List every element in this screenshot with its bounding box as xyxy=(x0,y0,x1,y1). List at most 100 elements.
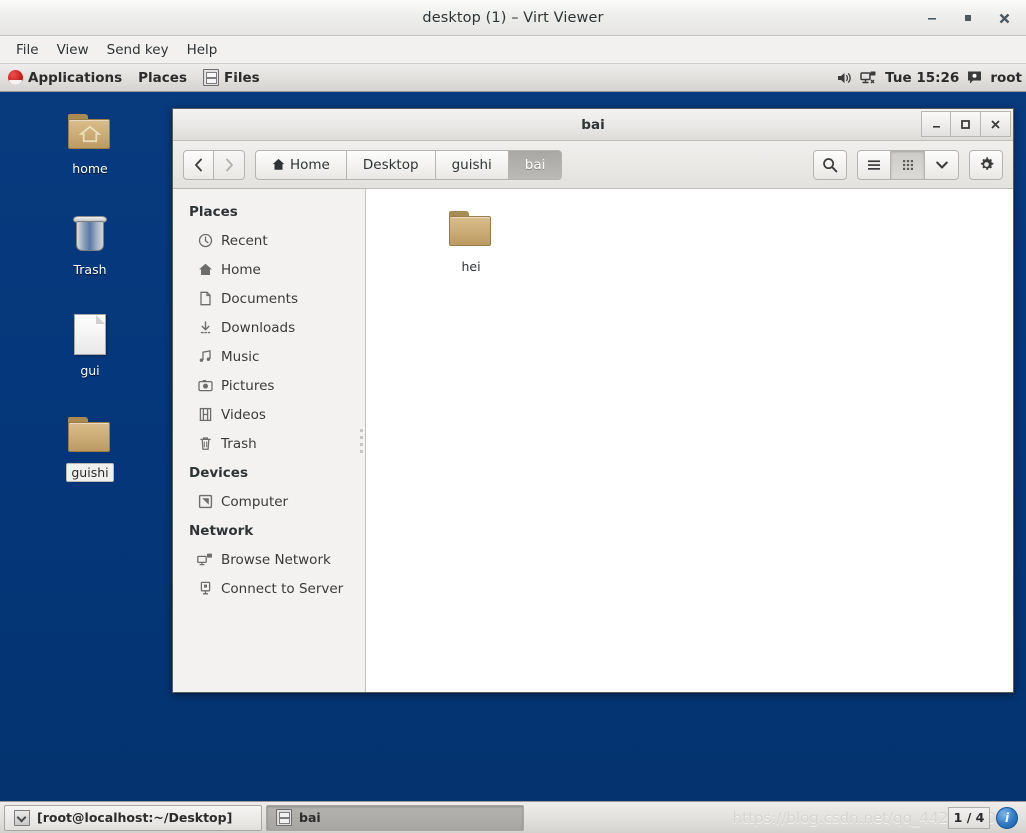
desktop-icon-gui[interactable]: gui xyxy=(44,310,136,379)
breadcrumb-desktop[interactable]: Desktop xyxy=(346,149,436,180)
film-icon xyxy=(197,407,213,423)
sidebar-item-label: Connect to Server xyxy=(221,580,344,597)
sidebar-item-label: Home xyxy=(221,261,261,278)
chevron-down-icon xyxy=(935,161,948,168)
terminal-icon xyxy=(14,809,30,826)
search-icon xyxy=(823,157,838,172)
breadcrumb-home[interactable]: Home xyxy=(255,149,347,180)
gnome-top-panel: Applications Places Files Tue 15:26 root xyxy=(0,64,1026,92)
file-manager-toolbar: Home Desktop guishi bai xyxy=(173,141,1013,189)
sidebar-item-downloads[interactable]: Downloads xyxy=(173,313,365,342)
taskbar-item-terminal[interactable]: [root@localhost:~/Desktop] xyxy=(4,804,262,831)
volume-icon[interactable] xyxy=(836,70,852,86)
desktop-icon-label: Trash xyxy=(73,262,107,277)
breadcrumb-guishi[interactable]: guishi xyxy=(435,149,509,180)
files-window-label: Files xyxy=(223,69,260,86)
sidebar-heading-places: Places xyxy=(189,204,238,220)
breadcrumb-label: guishi xyxy=(451,156,492,173)
sidebar-resize-handle[interactable] xyxy=(360,428,363,453)
download-icon xyxy=(197,320,213,336)
clock-icon xyxy=(197,233,213,249)
file-manager-window: bai Home Desktop guishi bai Places Recen… xyxy=(172,108,1014,693)
files-window-button[interactable]: Files xyxy=(195,64,268,92)
list-icon xyxy=(868,159,880,170)
menu-view[interactable]: View xyxy=(49,39,97,61)
sidebar-item-music[interactable]: Music xyxy=(173,342,365,371)
clock[interactable]: Tue 15:26 xyxy=(885,70,959,86)
list-view-button[interactable] xyxy=(857,149,891,180)
view-options-button[interactable] xyxy=(925,149,959,180)
menu-file[interactable]: File xyxy=(8,39,47,61)
sidebar-item-label: Recent xyxy=(221,232,268,249)
back-button[interactable] xyxy=(183,149,214,180)
sidebar-item-videos[interactable]: Videos xyxy=(173,400,365,429)
user-menu-label[interactable]: root xyxy=(990,70,1022,86)
panel-left-group: Applications Places Files xyxy=(0,64,268,92)
file-cabinet-icon xyxy=(202,69,219,86)
breadcrumb-label: Home xyxy=(290,156,330,173)
home-icon xyxy=(272,158,285,170)
network-icon xyxy=(197,552,213,568)
workspace-switcher[interactable]: 1 / 4 xyxy=(948,806,990,829)
file-manager-titlebar: bai xyxy=(173,109,1013,141)
sidebar-item-home[interactable]: Home xyxy=(173,255,365,284)
navigation-buttons xyxy=(183,149,245,180)
panel-status-area: Tue 15:26 root xyxy=(836,64,1026,92)
menu-send-key[interactable]: Send key xyxy=(99,39,177,61)
sidebar-item-trash[interactable]: Trash xyxy=(173,429,365,458)
folder-icon xyxy=(66,411,114,459)
sidebar-item-computer[interactable]: Computer xyxy=(173,487,365,516)
sidebar-item-pictures[interactable]: Pictures xyxy=(173,371,365,400)
sidebar-item-browse-network[interactable]: Browse Network xyxy=(173,545,365,574)
grid-view-button[interactable] xyxy=(891,149,925,180)
music-icon xyxy=(197,349,213,365)
folder-home-icon xyxy=(66,108,114,156)
breadcrumb-bai[interactable]: bai xyxy=(508,149,563,180)
close-icon[interactable] xyxy=(996,10,1012,26)
sidebar-item-connect-to-server[interactable]: Connect to Server xyxy=(173,574,365,603)
sidebar: Places Recent Home Documents Downloads M… xyxy=(173,189,366,692)
desktop-icon-trash[interactable]: Trash xyxy=(44,209,136,278)
desktop-icon-guishi[interactable]: guishi xyxy=(44,411,136,482)
applications-menu[interactable]: Applications xyxy=(0,64,130,92)
view-mode-group xyxy=(857,149,959,180)
places-menu-label: Places xyxy=(138,69,187,86)
search-button[interactable] xyxy=(813,149,847,180)
home-icon xyxy=(197,262,213,278)
minimize-icon[interactable] xyxy=(921,111,951,137)
menu-help[interactable]: Help xyxy=(179,39,226,61)
sidebar-item-documents[interactable]: Documents xyxy=(173,284,365,313)
places-menu[interactable]: Places xyxy=(130,64,195,92)
forward-button[interactable] xyxy=(214,149,245,180)
camera-icon xyxy=(197,378,213,394)
trash-icon xyxy=(66,209,114,257)
document-icon xyxy=(197,291,213,307)
file-manager-title: bai xyxy=(581,116,605,133)
close-icon[interactable] xyxy=(981,111,1011,137)
sidebar-item-label: Pictures xyxy=(221,377,275,394)
minimize-icon[interactable] xyxy=(924,10,940,26)
sidebar-heading-devices: Devices xyxy=(189,465,248,481)
sidebar-item-recent[interactable]: Recent xyxy=(173,226,365,255)
file-list-view[interactable]: hei xyxy=(366,189,1013,692)
grid-icon xyxy=(902,159,913,170)
applications-menu-label: Applications xyxy=(28,69,123,86)
breadcrumb-label: Desktop xyxy=(362,156,419,173)
settings-button[interactable] xyxy=(969,149,1003,180)
taskbar-item-bai[interactable]: bai xyxy=(266,804,524,831)
file-item[interactable]: hei xyxy=(428,205,514,274)
desktop-icon-home[interactable]: home xyxy=(44,108,136,177)
document-icon xyxy=(66,310,114,358)
taskbar-right-group: https://blog.csdn.net/qq_44241040 1 / 4 … xyxy=(733,806,1022,829)
server-icon xyxy=(197,581,213,597)
network-disconnected-icon[interactable] xyxy=(860,70,877,86)
sidebar-heading-network: Network xyxy=(189,523,254,539)
screen: desktop (1) – Virt Viewer File View Send… xyxy=(0,0,1026,833)
file-manager-body: Places Recent Home Documents Downloads M… xyxy=(173,189,1013,692)
sidebar-item-label: Trash xyxy=(221,435,257,452)
folder-icon xyxy=(447,205,495,253)
info-button[interactable]: i xyxy=(996,806,1018,829)
maximize-icon[interactable] xyxy=(960,10,976,26)
sidebar-item-label: Videos xyxy=(221,406,266,423)
maximize-icon[interactable] xyxy=(951,111,981,137)
